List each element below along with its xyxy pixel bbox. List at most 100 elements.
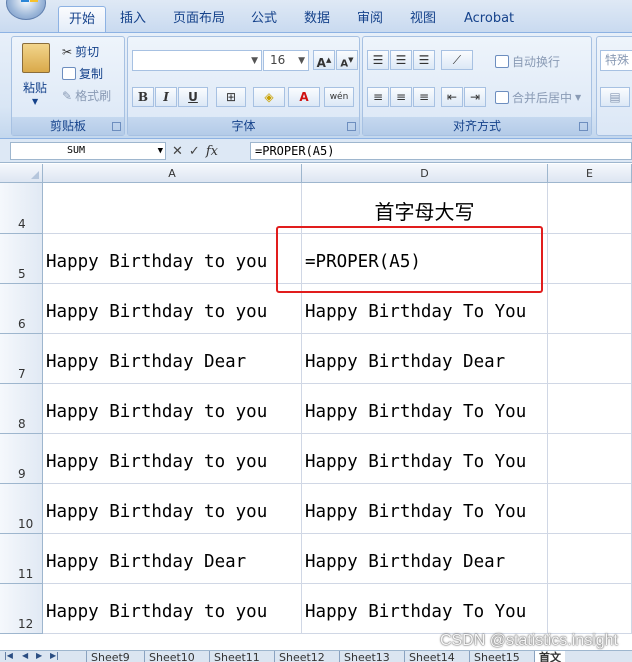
row-header[interactable]: 4 <box>0 183 43 234</box>
cell-a11[interactable]: Happy Birthday Dear <box>43 534 302 584</box>
sheet-tab[interactable]: Sheet9 <box>86 651 134 662</box>
cell-a5[interactable]: Happy Birthday to you <box>43 234 302 284</box>
cell-d7[interactable]: Happy Birthday Dear <box>302 334 548 384</box>
currency-format-button[interactable]: ▤ <box>600 87 630 107</box>
italic-label: I <box>163 90 169 104</box>
row-header[interactable]: 7 <box>0 334 43 384</box>
sheet-tab[interactable]: Sheet15 <box>469 651 524 662</box>
sheet-tab[interactable]: Sheet13 <box>339 651 394 662</box>
increase-indent-button[interactable]: ⇥ <box>464 87 486 107</box>
cell-d11[interactable]: Happy Birthday Dear <box>302 534 548 584</box>
cell-e10[interactable] <box>548 484 632 534</box>
formula-input[interactable]: =PROPER(A5) <box>250 142 632 160</box>
cell-e12[interactable] <box>548 584 632 634</box>
alignment-launcher-icon[interactable] <box>579 122 588 131</box>
cell-d8[interactable]: Happy Birthday To You <box>302 384 548 434</box>
row-header[interactable]: 5 <box>0 234 43 284</box>
row-header[interactable]: 9 <box>0 434 43 484</box>
cell-e4[interactable] <box>548 183 632 234</box>
paste-button[interactable]: 粘贴 <box>23 79 47 96</box>
wrap-text-button[interactable]: 自动换行 <box>495 53 560 70</box>
cell-a8[interactable]: Happy Birthday to you <box>43 384 302 434</box>
font-size-combo[interactable]: 16 ▼ <box>263 50 309 71</box>
cell-a7[interactable]: Happy Birthday Dear <box>43 334 302 384</box>
enter-check-icon[interactable]: ✓ <box>189 144 200 159</box>
tab-insert[interactable]: 插入 <box>110 6 156 32</box>
last-sheet-icon[interactable]: ▶| <box>50 651 59 660</box>
name-box[interactable]: SUM ▼ <box>10 142 166 160</box>
orientation-button[interactable]: ⟋ <box>441 50 473 70</box>
sheet-tab[interactable]: Sheet12 <box>274 651 329 662</box>
column-header-e[interactable]: E <box>548 164 632 183</box>
align-right-button[interactable]: ≡ <box>413 87 435 107</box>
next-sheet-icon[interactable]: ▶ <box>36 651 42 660</box>
sheet-tab[interactable]: Sheet10 <box>144 651 199 662</box>
italic-button[interactable]: I <box>155 87 177 107</box>
cell-a4[interactable] <box>43 183 302 234</box>
merge-center-button[interactable]: 合并后居中 ▼ <box>495 89 581 106</box>
cell-d9[interactable]: Happy Birthday To You <box>302 434 548 484</box>
tab-acrobat[interactable]: Acrobat <box>454 6 524 32</box>
select-all-corner[interactable] <box>0 164 43 183</box>
sheet-tab[interactable]: 首文 <box>534 651 565 662</box>
row-header[interactable]: 8 <box>0 384 43 434</box>
first-sheet-icon[interactable]: |◀ <box>4 651 13 660</box>
cell-a12[interactable]: Happy Birthday to you <box>43 584 302 634</box>
cell-e9[interactable] <box>548 434 632 484</box>
sheet-tab[interactable]: Sheet14 <box>404 651 459 662</box>
cell-d4[interactable]: 首字母大写 <box>302 183 548 234</box>
font-launcher-icon[interactable] <box>347 122 356 131</box>
phonetic-button[interactable]: wén <box>324 87 354 107</box>
paste-dropdown-icon[interactable]: ▼ <box>32 97 38 106</box>
tab-view[interactable]: 视图 <box>400 6 446 32</box>
align-bottom-button[interactable]: ☰ <box>413 50 435 70</box>
cell-a6[interactable]: Happy Birthday to you <box>43 284 302 334</box>
chevron-down-icon[interactable]: ▼ <box>158 143 163 159</box>
align-center-button[interactable]: ≡ <box>390 87 412 107</box>
underline-button[interactable]: U <box>178 87 208 107</box>
cell-e8[interactable] <box>548 384 632 434</box>
cell-d10[interactable]: Happy Birthday To You <box>302 484 548 534</box>
cancel-icon[interactable]: ✕ <box>172 144 183 159</box>
increase-font-button[interactable]: A▲ <box>313 50 335 70</box>
align-top-button[interactable]: ☰ <box>367 50 389 70</box>
row-header[interactable]: 6 <box>0 284 43 334</box>
font-name-combo[interactable]: ▼ <box>132 50 262 71</box>
cell-a9[interactable]: Happy Birthday to you <box>43 434 302 484</box>
tab-data[interactable]: 数据 <box>294 6 340 32</box>
row-header[interactable]: 10 <box>0 484 43 534</box>
cell-d5[interactable]: =PROPER(A5) <box>302 234 548 284</box>
column-header-a[interactable]: A <box>43 164 302 183</box>
cell-a10[interactable]: Happy Birthday to you <box>43 484 302 534</box>
align-left-button[interactable]: ≡ <box>367 87 389 107</box>
insert-function-icon[interactable]: fx <box>206 144 218 159</box>
row-header[interactable]: 12 <box>0 584 43 634</box>
borders-button[interactable]: ⊞ <box>216 87 246 107</box>
bold-button[interactable]: B <box>132 87 154 107</box>
cell-e6[interactable] <box>548 284 632 334</box>
tab-page-layout[interactable]: 页面布局 <box>163 6 235 32</box>
align-middle-button[interactable]: ☰ <box>390 50 412 70</box>
cell-e11[interactable] <box>548 534 632 584</box>
prev-sheet-icon[interactable]: ◀ <box>22 651 28 660</box>
sheet-tab[interactable]: Sheet11 <box>209 651 264 662</box>
clipboard-launcher-icon[interactable] <box>112 122 121 131</box>
font-color-button[interactable]: A <box>288 87 320 107</box>
tab-home[interactable]: 开始 <box>58 6 107 32</box>
row-header[interactable]: 11 <box>0 534 43 584</box>
cut-button[interactable]: ✂ 剪切 <box>62 43 99 60</box>
decrease-font-button[interactable]: A▼ <box>336 50 358 70</box>
copy-button[interactable]: 复制 <box>62 65 103 82</box>
column-header-d[interactable]: D <box>302 164 548 183</box>
fill-color-button[interactable]: ◈ <box>253 87 285 107</box>
office-button[interactable] <box>6 0 46 20</box>
cell-d6[interactable]: Happy Birthday To You <box>302 284 548 334</box>
tab-review[interactable]: 审阅 <box>347 6 393 32</box>
number-format-combo[interactable]: 特殊 <box>600 50 632 71</box>
format-painter-button[interactable]: ✎ 格式刷 <box>62 87 111 104</box>
cell-e5[interactable] <box>548 234 632 284</box>
cell-e7[interactable] <box>548 334 632 384</box>
tab-formulas[interactable]: 公式 <box>241 6 287 32</box>
decrease-indent-button[interactable]: ⇤ <box>441 87 463 107</box>
cell-d12[interactable]: Happy Birthday To You <box>302 584 548 634</box>
